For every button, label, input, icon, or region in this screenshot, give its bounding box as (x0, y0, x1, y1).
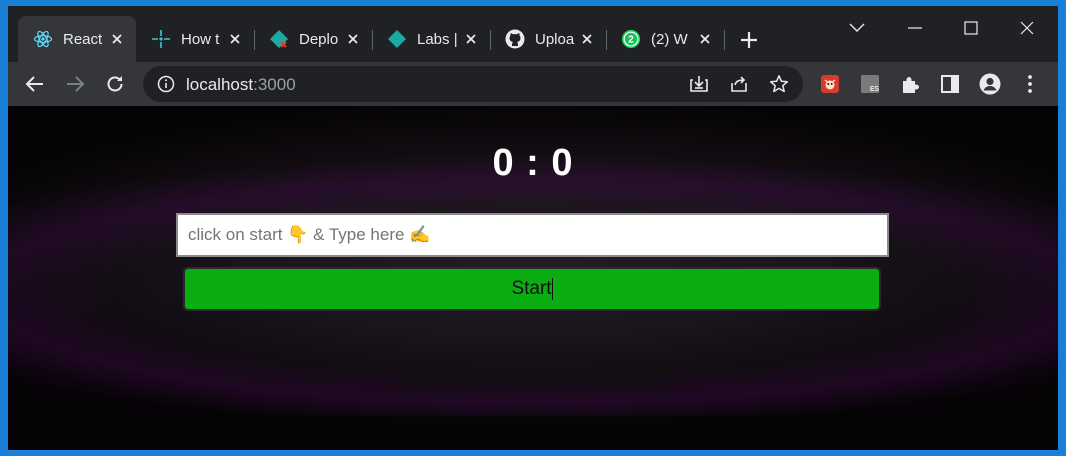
back-button[interactable] (19, 68, 51, 100)
arrow-left-icon (25, 76, 43, 92)
address-bar[interactable]: localhost:3000 (143, 66, 803, 102)
tab-title: How t (181, 30, 220, 48)
install-app-button[interactable] (688, 73, 710, 95)
typing-input[interactable] (176, 213, 889, 257)
tab-title: Labs | (417, 30, 457, 48)
puzzle-icon (903, 77, 919, 93)
close-icon[interactable] (226, 30, 244, 48)
close-icon (1020, 21, 1034, 35)
url-host: localhost (186, 75, 254, 94)
url-port: :3000 (253, 75, 296, 94)
diamond-error-icon (269, 29, 289, 49)
share-button[interactable] (728, 73, 750, 95)
plus-icon (741, 32, 757, 48)
install-icon (690, 76, 708, 92)
kebab-menu-icon (1028, 75, 1032, 93)
whatsapp-icon: 2 (621, 29, 641, 49)
bug-icon (821, 75, 839, 93)
cluster-icon (151, 29, 171, 49)
maximize-button[interactable] (951, 14, 991, 42)
star-icon (769, 75, 789, 93)
bookmark-button[interactable] (768, 73, 790, 95)
text-cursor (551, 278, 553, 300)
forward-button[interactable] (59, 68, 91, 100)
svg-text:ES: ES (870, 86, 880, 93)
close-window-button[interactable] (1007, 14, 1047, 42)
tab-title: React (63, 30, 103, 48)
minimize-button[interactable] (895, 14, 935, 42)
tab-title: (2) W (651, 30, 688, 48)
es-icon: ES (861, 75, 880, 93)
share-icon (731, 76, 747, 92)
side-panel-icon (941, 75, 959, 93)
whatsapp-badge: 2 (628, 35, 634, 46)
github-icon (505, 29, 525, 49)
tab-separator (724, 30, 725, 50)
tab-title: Uploa (535, 30, 575, 48)
start-button-label: Start (511, 278, 552, 299)
info-icon (157, 75, 175, 93)
close-icon[interactable] (462, 30, 480, 48)
reload-icon (107, 76, 123, 92)
browser-window: React How t Deplo Labs | Uploa 2 (2) W l… (8, 6, 1058, 450)
diamond-icon (387, 29, 407, 49)
tab-search-button[interactable] (837, 14, 877, 42)
avatar-icon (979, 73, 1001, 95)
menu-button[interactable] (1019, 73, 1041, 95)
score-display: 0 : 0 (492, 142, 574, 184)
tab-labs[interactable]: Labs | (372, 16, 490, 62)
tab-title: Deplo (299, 30, 339, 48)
url-text: localhost:3000 (186, 75, 296, 95)
extension-bug-button[interactable] (819, 73, 841, 95)
react-icon (33, 29, 53, 49)
new-tab-button[interactable] (735, 26, 763, 54)
profile-button[interactable] (979, 73, 1001, 95)
arrow-right-icon (67, 76, 85, 92)
close-icon[interactable] (578, 30, 596, 48)
extensions-button[interactable] (899, 73, 921, 95)
tab-deploy[interactable]: Deplo (254, 16, 372, 62)
tab-react[interactable]: React (18, 16, 136, 62)
tab-strip: React How t Deplo Labs | Uploa 2 (2) W (8, 6, 1058, 62)
side-panel-button[interactable] (939, 73, 961, 95)
close-icon[interactable] (108, 30, 126, 48)
reload-button[interactable] (99, 68, 131, 100)
extension-es-button[interactable]: ES (859, 73, 881, 95)
close-icon[interactable] (696, 30, 714, 48)
tab-how[interactable]: How t (136, 16, 254, 62)
close-icon[interactable] (344, 30, 362, 48)
maximize-icon (964, 21, 978, 35)
chevron-down-icon (849, 23, 865, 32)
minimize-icon (908, 27, 922, 29)
tab-upload[interactable]: Uploa (490, 16, 606, 62)
browser-toolbar: localhost:3000 ES (8, 62, 1058, 106)
tab-whatsapp[interactable]: 2 (2) W (606, 16, 724, 62)
start-button[interactable]: Start (183, 267, 881, 311)
page-content: 0 : 0 Start (8, 106, 1058, 450)
